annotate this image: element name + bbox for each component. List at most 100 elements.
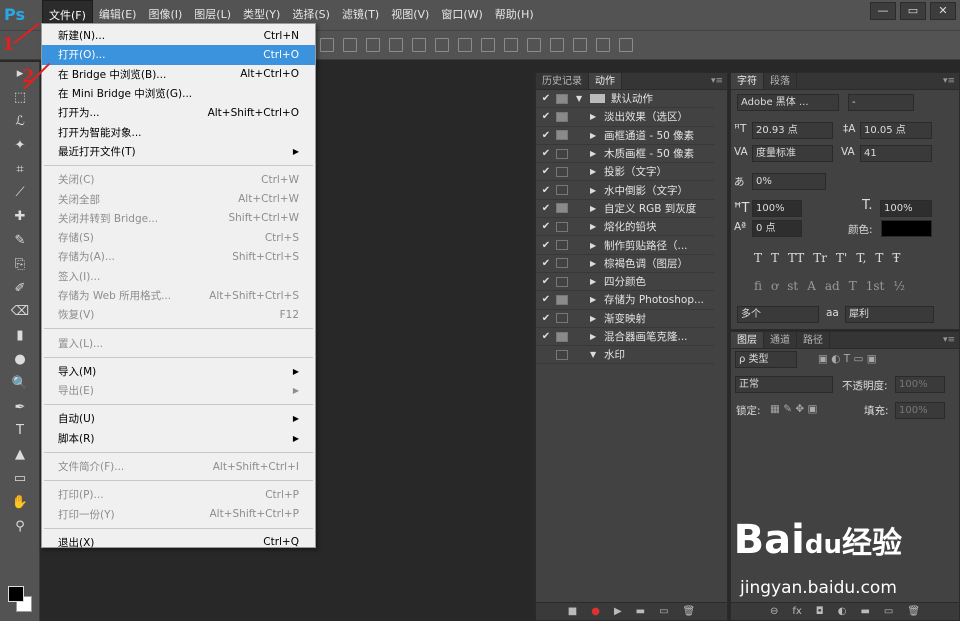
horizontal-scale-field[interactable]: 100%: [880, 200, 932, 217]
opentype-button[interactable]: 1st: [866, 279, 885, 293]
vertical-scale-field[interactable]: 100%: [752, 200, 802, 217]
align-icon[interactable]: [550, 38, 564, 52]
tsume-field[interactable]: 0%: [752, 173, 826, 190]
dialog-toggle-icon[interactable]: [556, 221, 568, 232]
font-style-select[interactable]: -: [848, 94, 914, 111]
tool-icon-19[interactable]: ⚲: [0, 514, 40, 538]
opentype-button[interactable]: ad: [825, 279, 840, 293]
text-style-button[interactable]: T: [754, 251, 762, 265]
text-style-button[interactable]: T': [836, 251, 847, 265]
action-row[interactable]: ✔ ▶ 水中倒影（文字）: [536, 181, 714, 200]
action-row[interactable]: ✔ ▶ 渐变映射: [536, 310, 714, 328]
tool-icon-18[interactable]: ✋: [0, 490, 40, 514]
lock-icons[interactable]: ▦ ✎ ✥ ▣: [770, 403, 817, 415]
tool-icon-4[interactable]: ⌗: [0, 157, 40, 181]
dialog-toggle-icon[interactable]: [556, 130, 568, 141]
tab-paragraph[interactable]: 段落: [764, 73, 797, 89]
toggle-check-icon[interactable]: ✔: [536, 276, 556, 287]
action-row[interactable]: ✔ ▶ 混合器画笔克隆...: [536, 328, 714, 347]
opentype-button[interactable]: ơ: [771, 279, 778, 293]
opentype-button[interactable]: ½: [893, 279, 905, 293]
tab-layers[interactable]: 图层: [731, 332, 764, 348]
align-icon[interactable]: [481, 38, 495, 52]
tool-icon-17[interactable]: ▭: [0, 467, 40, 491]
toggle-check-icon[interactable]: ✔: [536, 294, 556, 305]
align-icon[interactable]: [596, 38, 610, 52]
tool-icon-11[interactable]: ▮: [0, 324, 40, 348]
tool-icon-15[interactable]: T: [0, 419, 40, 443]
toggle-check-icon[interactable]: ✔: [536, 221, 556, 232]
toggle-check-icon[interactable]: ✔: [536, 313, 556, 324]
file-menu-item[interactable]: 打开为... Alt+Shift+Ctrl+O: [42, 103, 315, 122]
dialog-toggle-icon[interactable]: [556, 240, 568, 251]
group-icon[interactable]: ▬: [860, 606, 869, 617]
expand-triangle-icon[interactable]: ▶: [590, 314, 604, 323]
opentype-button[interactable]: T: [849, 279, 857, 293]
expand-triangle-icon[interactable]: ▶: [590, 259, 604, 268]
expand-triangle-icon[interactable]: ▶: [590, 131, 604, 140]
menu-7[interactable]: 视图(V): [385, 0, 435, 30]
file-menu-item[interactable]: 打开为智能对象...: [42, 122, 315, 141]
tool-icon-6[interactable]: ✚: [0, 205, 40, 229]
text-style-button[interactable]: T: [875, 251, 883, 265]
action-row[interactable]: ✔ ▶ 棕褐色调（图层）: [536, 255, 714, 273]
tool-icon-8[interactable]: ⎘: [0, 252, 40, 276]
fx-icon[interactable]: fx: [792, 606, 801, 617]
language-select[interactable]: 多个: [737, 306, 819, 323]
blend-mode-select[interactable]: 正常: [735, 376, 833, 393]
action-row-selected[interactable]: ▼ 水印: [536, 346, 714, 365]
align-icon[interactable]: [366, 38, 380, 52]
toggle-check-icon[interactable]: ✔: [536, 203, 556, 214]
toggle-check-icon[interactable]: ✔: [536, 185, 556, 196]
adjustment-icon[interactable]: ◐: [838, 606, 847, 617]
fill-field[interactable]: 100%: [895, 402, 945, 419]
font-family-select[interactable]: Adobe 黑体 ...: [737, 94, 839, 111]
menu-8[interactable]: 窗口(W): [435, 0, 488, 30]
font-size-field[interactable]: 20.93 点: [752, 122, 833, 139]
foreground-color-swatch[interactable]: [8, 586, 24, 602]
action-row[interactable]: ✔ ▶ 淡出效果（选区）: [536, 108, 714, 127]
text-style-button[interactable]: TT: [788, 251, 804, 265]
text-style-button[interactable]: Ŧ: [892, 251, 900, 265]
dialog-toggle-icon[interactable]: [556, 93, 568, 104]
tool-icon-5[interactable]: ⟋: [0, 181, 40, 205]
delete-icon[interactable]: 🗑: [683, 606, 696, 617]
delete-layer-icon[interactable]: 🗑: [907, 606, 920, 617]
action-row[interactable]: ✔ ▶ 自定义 RGB 到灰度: [536, 200, 714, 219]
align-icon[interactable]: [435, 38, 449, 52]
new-layer-icon[interactable]: ▭: [884, 606, 893, 617]
align-icon[interactable]: [619, 38, 633, 52]
action-set-row[interactable]: ✔ ▼ 默认动作: [536, 90, 714, 109]
align-icon[interactable]: [412, 38, 426, 52]
panel-menu-icon[interactable]: ▾≡: [711, 73, 727, 89]
tool-icon-12[interactable]: ●: [0, 348, 40, 372]
layer-filter-icons[interactable]: ▣ ◐ T ▭ ▣: [818, 353, 877, 365]
tab-channels[interactable]: 通道: [764, 332, 797, 348]
play-icon[interactable]: ▶: [614, 606, 622, 617]
action-row[interactable]: ✔ ▶ 四分颜色: [536, 273, 714, 292]
dialog-toggle-icon[interactable]: [556, 258, 568, 269]
toggle-check-icon[interactable]: ✔: [536, 111, 556, 122]
mask-icon[interactable]: ◘: [816, 606, 824, 617]
layer-filter-select[interactable]: ρ 类型: [735, 351, 797, 368]
tool-icon-7[interactable]: ✎: [0, 229, 40, 253]
text-style-button[interactable]: T,: [856, 251, 866, 265]
expand-triangle-icon[interactable]: ▼: [590, 350, 604, 359]
file-menu-item[interactable]: 打开(O)... Ctrl+O: [42, 45, 315, 65]
tool-icon-16[interactable]: ▲: [0, 443, 40, 467]
text-style-button[interactable]: T: [771, 251, 779, 265]
expand-triangle-icon[interactable]: ▶: [590, 204, 604, 213]
toggle-check-icon[interactable]: ✔: [536, 240, 556, 251]
expand-triangle-icon[interactable]: ▶: [590, 332, 604, 341]
dialog-toggle-icon[interactable]: [556, 313, 568, 324]
tab-history[interactable]: 历史记录: [536, 73, 589, 89]
menu-6[interactable]: 滤镜(T): [336, 0, 385, 30]
file-menu-item[interactable]: 脚本(R) ▶: [42, 429, 315, 448]
file-menu-item[interactable]: 自动(U) ▶: [42, 409, 315, 428]
align-icon[interactable]: [504, 38, 518, 52]
toggle-check-icon[interactable]: ✔: [536, 166, 556, 177]
text-color-swatch[interactable]: [881, 220, 932, 237]
tool-icon-14[interactable]: ✒: [0, 395, 40, 419]
align-icon[interactable]: [573, 38, 587, 52]
menu-9[interactable]: 帮助(H): [489, 0, 540, 30]
